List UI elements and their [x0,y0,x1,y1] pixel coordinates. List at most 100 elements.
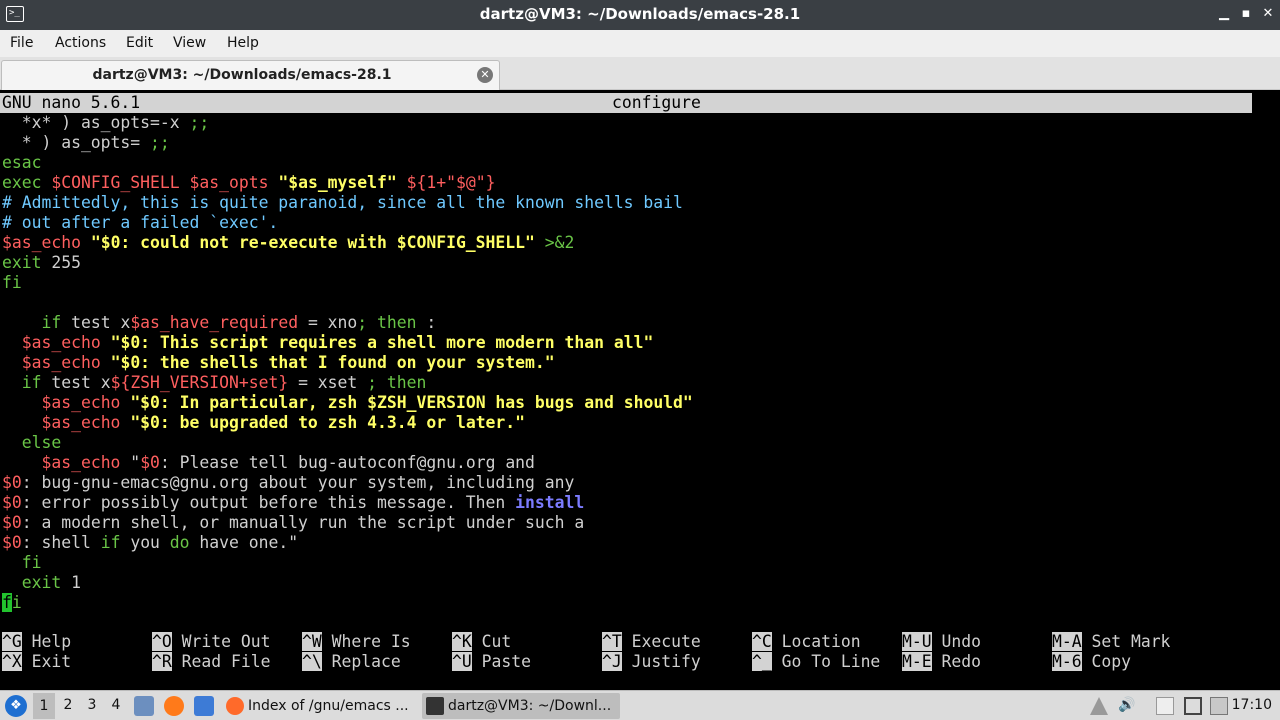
code-token: : Please tell bug-autoconf@gnu.org and [159,453,535,472]
shortcut-location[interactable]: ^C Location [752,632,861,652]
network-icon[interactable] [1184,697,1202,715]
shortcut-cut[interactable]: ^K Cut [452,632,511,652]
code-token: $as_echo [21,333,101,352]
shortcut-redo[interactable]: M-E Redo [902,652,981,672]
shortcut-key: ^R [152,652,172,671]
shortcut-where-is[interactable]: ^W Where Is [302,632,411,652]
code-line: # Admittedly, this is quite paranoid, si… [2,193,1252,213]
shortcut-label: Where Is [331,632,411,651]
shortcut-label: Set Mark [1091,632,1171,651]
code-token: else [21,433,62,452]
shortcut-label: Read File [181,652,271,671]
shortcut-label: Paste [481,652,531,671]
shortcut-undo[interactable]: M-U Undo [902,632,981,652]
menu-actions[interactable]: Actions [55,35,106,51]
minimize-button[interactable]: ▁ [1215,5,1233,23]
code-token: ; then [367,373,427,392]
code-line: $as_echo "$0: This script requires a she… [2,333,1252,353]
task-firefox[interactable]: Index of /gnu/emacs ... [222,693,418,719]
volume-icon[interactable]: 🔊 [1118,697,1136,715]
code-token: : a modern shell, or manually run the sc… [21,513,585,532]
nano-shortcut-bar: ^G Help ^X Exit ^O Write Out ^R Read File ^W… [2,632,1252,672]
code-token: = xset [288,373,368,392]
shortcut-set-mark[interactable]: M-A Set Mark [1052,632,1170,652]
code-token: install [515,493,585,512]
tab-close-icon[interactable]: ✕ [477,67,493,83]
code-line: $as_echo "$0: the shells that I found on… [2,353,1252,373]
shortcut-write-out[interactable]: ^O Write Out [152,632,270,652]
shortcut-go-to-line[interactable]: ^_ Go To Line [752,652,880,672]
clipboard-icon[interactable] [1156,697,1174,715]
shortcut-label: Justify [631,652,701,671]
code-token: "$as_myself" [278,173,397,192]
code-line: $0: error possibly output before this me… [2,493,1252,513]
nano-filename: configure [612,93,701,112]
workspace-4[interactable]: 4 [105,697,127,713]
task-terminal[interactable]: dartz@VM3: ~/Downl... [422,693,620,719]
file-manager-icon[interactable] [134,696,154,716]
menu-help[interactable]: Help [227,35,259,51]
code-token: $as_opts [189,173,269,192]
terminal-tab[interactable]: dartz@VM3: ~/Downloads/emacs-28.1 ✕ [1,60,500,90]
shortcut-label: Exit [31,652,72,671]
code-token: : shell [21,533,101,552]
start-menu-icon[interactable]: ❖ [5,695,27,717]
code-token: $as_echo [41,413,121,432]
desktop-icon[interactable] [194,696,214,716]
code-editor[interactable]: *x* ) as_opts=-x ;; * ) as_opts= ;; esac e… [2,113,1252,613]
code-token: "$0: be upgraded to zsh 4.3.4 or later." [130,413,526,432]
shortcut-label: Execute [631,632,701,651]
workspace-1[interactable]: 1 [33,693,55,719]
shortcut-label: Write Out [181,632,271,651]
code-token: " [120,453,141,472]
workspace-3[interactable]: 3 [81,697,103,713]
shortcut-justify[interactable]: ^J Justify [602,652,701,672]
shortcut-read-file[interactable]: ^R Read File [152,652,270,672]
firefox-icon[interactable] [164,696,184,716]
code-token: "$0: could not re-execute with $CONFIG_S… [90,233,535,252]
code-token: exit [21,573,62,592]
code-line: $as_echo "$0: In particular, zsh $ZSH_VE… [2,393,1252,413]
menu-file[interactable]: File [10,35,33,51]
terminal-area[interactable]: GNU nano 5.6.1 configure *x* ) as_opts=-… [0,90,1280,690]
code-line: $0: a modern shell, or manually run the … [2,513,1252,533]
workspace-2[interactable]: 2 [57,697,79,713]
battery-icon[interactable] [1210,697,1228,715]
menubar: File Actions Edit View Help [0,30,1280,57]
code-token: : bug-gnu-emacs@gnu.org about your syste… [21,473,575,492]
terminal-scrollbar[interactable] [1252,90,1280,690]
code-token: you [120,533,170,552]
code-token: have one." [189,533,299,552]
close-button[interactable]: ✕ [1259,5,1277,23]
code-token: fi [2,273,22,292]
shortcut-exit[interactable]: ^X Exit [2,652,71,672]
maximize-button[interactable]: ▪ [1237,5,1255,23]
menu-edit[interactable]: Edit [126,35,153,51]
taskbar: ❖ 1 2 3 4 Index of /gnu/emacs ... dartz@… [0,690,1280,720]
nano-header: GNU nano 5.6.1 configure [0,93,1252,113]
code-token: 255 [41,253,81,272]
shortcut-copy[interactable]: M-6 Copy [1052,652,1131,672]
code-token: $as_echo [2,233,81,252]
code-token: "$0: the shells that I found on your sys… [110,353,555,372]
shortcut-key: M-6 [1052,652,1082,671]
code-token: 1 [61,573,81,592]
shortcut-execute[interactable]: ^T Execute [602,632,701,652]
tray-up-icon[interactable] [1090,697,1108,715]
code-token: ;; [189,113,210,132]
shortcut-replace[interactable]: ^\ Replace [302,652,401,672]
text-cursor: f [2,593,12,612]
menu-view[interactable]: View [173,35,206,51]
tab-label: dartz@VM3: ~/Downloads/emacs-28.1 [92,67,392,83]
shortcut-help[interactable]: ^G Help [2,632,71,652]
tab-bar: dartz@VM3: ~/Downloads/emacs-28.1 ✕ [0,57,1280,90]
shortcut-paste[interactable]: ^U Paste [452,652,531,672]
